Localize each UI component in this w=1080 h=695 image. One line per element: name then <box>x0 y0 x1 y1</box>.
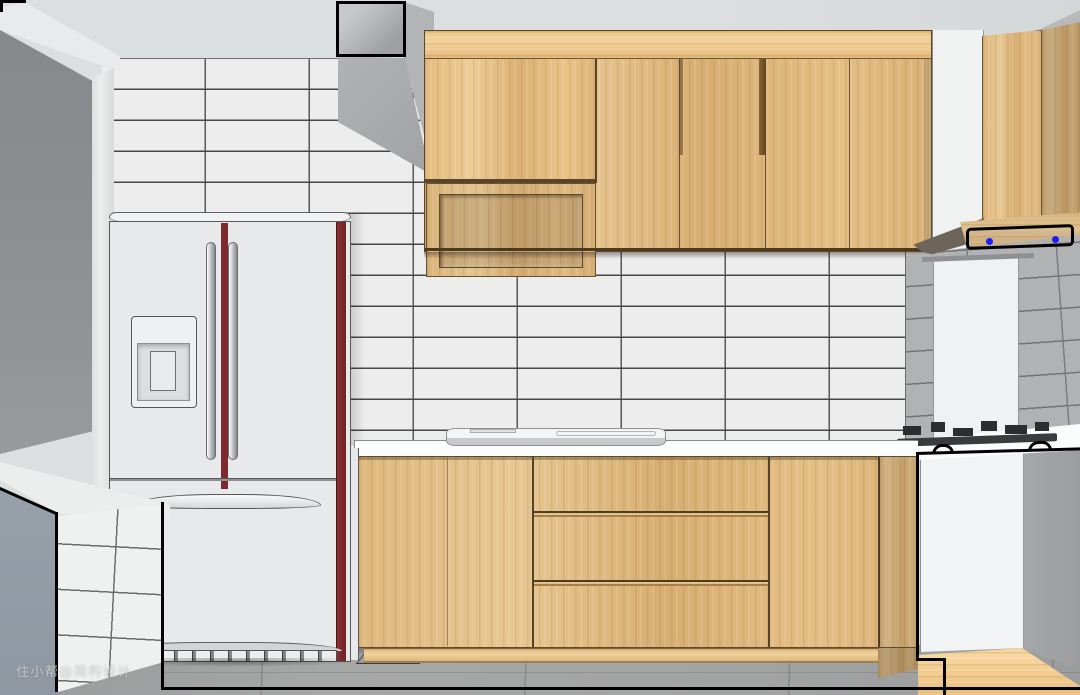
fridge-door-gap <box>110 478 336 481</box>
fridge-right-trim <box>336 222 346 661</box>
cooktop-grate-2 <box>931 422 945 432</box>
base-seam-1 <box>532 457 534 647</box>
right-counter-end-panel <box>920 450 1024 652</box>
floor-edge <box>161 687 1080 690</box>
counter-outline-step-h <box>916 658 946 661</box>
right-end-gray-wall <box>1022 425 1080 691</box>
water-dispenser[interactable] <box>131 316 197 408</box>
watermark: 住小帮@简构设计 <box>16 661 132 680</box>
drawer-groove-2[interactable] <box>534 580 768 586</box>
counter-outline-vertical <box>916 454 919 660</box>
cooktop-grate-6 <box>1035 422 1049 431</box>
right-wall-white-panel <box>933 256 1019 444</box>
fridge-handle-right[interactable] <box>228 242 238 460</box>
upper-door-handle-groove-2[interactable] <box>679 59 683 155</box>
dispenser-paddle[interactable] <box>150 351 176 391</box>
base-cabinets[interactable] <box>358 456 918 666</box>
hood-screw-dot-2 <box>1052 236 1059 243</box>
base-left-door-stile <box>447 458 448 646</box>
corner-wall-cabinet-front[interactable] <box>982 30 1042 224</box>
upper-cabinet-right-gable <box>924 59 931 251</box>
left-door-opening[interactable] <box>0 0 98 462</box>
sink-detail-line <box>556 431 656 436</box>
upper-left-framed-door[interactable] <box>426 183 596 277</box>
selection-corner-mark <box>0 0 26 12</box>
left-knee-wall[interactable] <box>161 502 164 690</box>
base-cabinet-left-wall-sliver <box>350 448 359 660</box>
upper-cabinet-shadow <box>424 252 932 259</box>
counter-outline-bump-2 <box>1028 441 1052 452</box>
sink-detail-tab <box>470 429 516 433</box>
base-seam-2 <box>768 457 770 647</box>
drawer-groove-1[interactable] <box>534 511 768 517</box>
kitchen-3d-viewport: 住小帮@简构设计 <box>0 0 1080 695</box>
fridge-center-trim <box>221 223 228 489</box>
soffit-box-top[interactable] <box>336 1 406 57</box>
wall-corner-edge <box>905 250 906 448</box>
cooktop-grate-1 <box>903 426 921 435</box>
upper-left-flap-door[interactable] <box>425 59 597 179</box>
fridge-wall-shadow <box>351 214 365 446</box>
upper-cabinets[interactable] <box>424 30 932 252</box>
toe-kick <box>364 648 914 663</box>
base-cabinet-faces <box>358 456 918 648</box>
base-corner-section[interactable] <box>878 457 917 647</box>
base-counter-shadow <box>359 457 917 460</box>
upper-cabinet-bottom-edge <box>425 248 931 251</box>
upper-cabinet-top-rail <box>425 31 931 59</box>
hood-screw-dot-1 <box>986 238 993 245</box>
cooktop-grate-3 <box>953 428 973 436</box>
upper-door-handle-groove[interactable] <box>759 59 766 155</box>
cooktop-grate-5 <box>1005 425 1027 434</box>
corner-wall-cabinet-side <box>1042 22 1080 224</box>
upper-door-seam-3 <box>849 59 850 251</box>
fridge-handle-left[interactable] <box>206 242 216 460</box>
cooktop-grate-4 <box>981 421 997 431</box>
